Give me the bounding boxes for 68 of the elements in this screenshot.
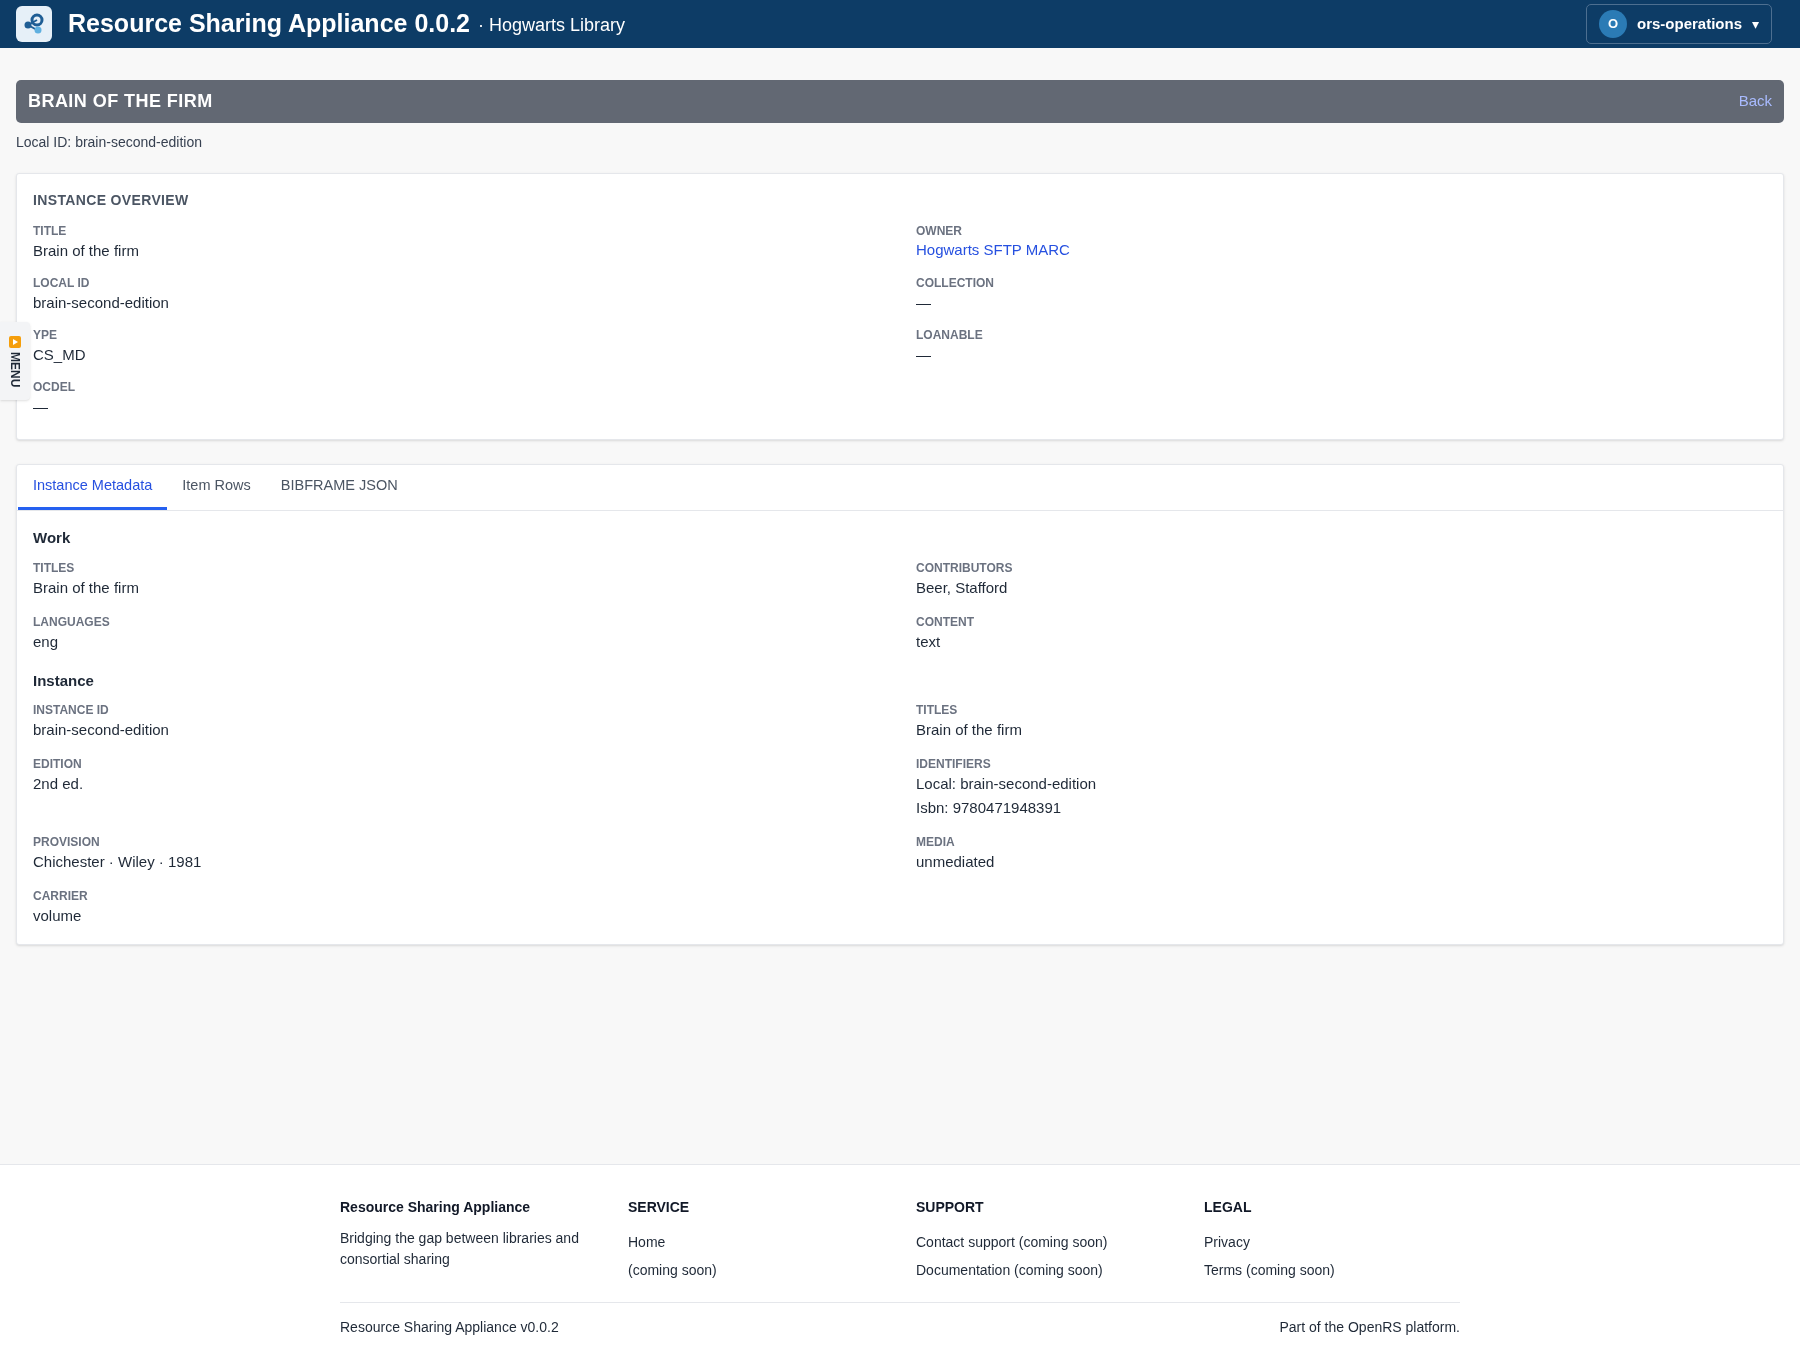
field-label: IDENTIFIERS (916, 756, 992, 772)
field-value: — (916, 345, 931, 365)
play-icon (9, 336, 21, 348)
field-value: brain-second-edition (33, 720, 169, 740)
user-avatar: O (1599, 10, 1627, 38)
field-value: Brain of the firm (916, 720, 1022, 740)
field-label: COLLECTION (916, 275, 995, 291)
section-heading: Instance (33, 670, 95, 691)
version-text: Resource Sharing Appliance v0.0.2 (340, 1318, 559, 1337)
field-label: LOCAL ID (33, 275, 91, 291)
user-menu-button[interactable]: O ors-operations ▾ (1586, 4, 1772, 44)
footer-heading: SUPPORT (916, 1198, 985, 1217)
footer-heading: SERVICE (628, 1198, 691, 1217)
footer-heading: LEGAL (1204, 1198, 1253, 1217)
footer-link[interactable]: Terms (coming soon) (1204, 1256, 1335, 1284)
field-value: Local: brain-second-edition (916, 774, 1097, 794)
field-value: Chichester · Wiley · 1981 (33, 852, 202, 872)
field-label: EDITION (33, 756, 83, 772)
page-title: BRAIN OF THE FIRM (28, 90, 213, 113)
footer-description: Bridging the gap between libraries and consortial sharing (340, 1229, 580, 1269)
field-label: TITLE (33, 223, 68, 239)
field-value: text (916, 631, 941, 652)
owner-link[interactable]: Hogwarts SFTP MARC (916, 239, 1070, 261)
overview-heading: INSTANCE OVERVIEW (33, 191, 190, 210)
field-label: YPE (33, 327, 58, 343)
field-value: 2nd ed. (33, 774, 84, 794)
caret-icon: ▾ (1752, 13, 1759, 35)
field-label: CARRIER (33, 888, 89, 904)
field-label: OWNER (916, 223, 963, 239)
user-name: ors-operations (1637, 13, 1742, 34)
field-label: OCDEL (33, 379, 76, 395)
field-value: Brain of the firm (33, 577, 139, 598)
field-value: CS_MD (33, 345, 86, 365)
field-value: unmediated (916, 852, 995, 872)
footer-link[interactable]: Privacy (1204, 1228, 1250, 1256)
platform-text: Part of the OpenRS platform. (1279, 1318, 1460, 1337)
field-value: — (916, 293, 931, 313)
field-label: CONTENT (916, 613, 975, 630)
field-label: MEDIA (916, 834, 956, 850)
footer-link[interactable]: Home (628, 1228, 666, 1256)
field-value: — (33, 397, 48, 417)
footer-link[interactable]: (coming soon) (628, 1256, 717, 1284)
field-label: TITLES (33, 559, 76, 576)
section-heading: Work (33, 528, 72, 548)
tab[interactable]: BIBFRAME JSON (265, 465, 413, 510)
side-menu-tab[interactable]: MENU (0, 322, 30, 400)
field-value: eng (33, 631, 59, 652)
field-value: Brain of the firm (33, 241, 139, 261)
field-value: brain-second-edition (33, 293, 169, 313)
local-id-text: Local ID: brain-second-edition (16, 133, 202, 152)
field-label: INSTANCE ID (33, 702, 110, 718)
footer-link[interactable]: Documentation (coming soon) (916, 1256, 1103, 1284)
field-value: Isbn: 9780471948391 (916, 798, 1062, 818)
field-label: LANGUAGES (33, 613, 111, 630)
app-title: Resource Sharing Appliance 0.0.2 (68, 8, 470, 40)
field-label: CONTRIBUTORS (916, 559, 1014, 576)
logo-icon (16, 6, 52, 42)
footer-link[interactable]: Contact support (coming soon) (916, 1228, 1108, 1256)
tab[interactable]: Item Rows (167, 465, 266, 510)
field-value: volume (33, 906, 82, 926)
menu-label: MENU (7, 352, 23, 388)
field-label: TITLES (916, 702, 959, 718)
library-name: · Hogwarts Library (478, 14, 626, 37)
footer-heading: Resource Sharing Appliance (340, 1198, 532, 1217)
field-value: Beer, Stafford (916, 577, 1008, 598)
field-label: LOANABLE (916, 327, 984, 343)
tab[interactable]: Instance Metadata (18, 465, 168, 510)
field-label: PROVISION (33, 834, 101, 850)
